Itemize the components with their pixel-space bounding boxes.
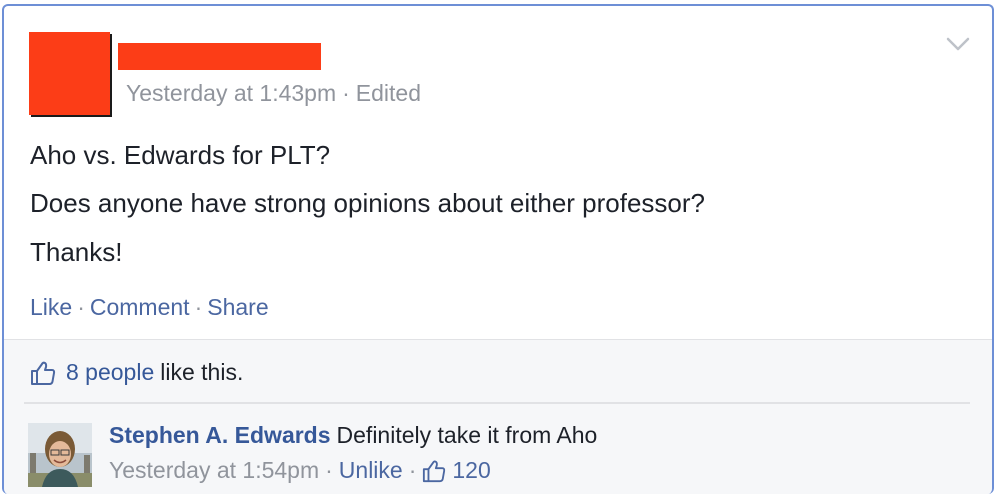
thumbs-up-icon[interactable] xyxy=(422,459,446,483)
commenter-avatar[interactable] xyxy=(28,423,92,487)
post-text-line-3: Thanks! xyxy=(30,237,123,267)
author-avatar-redacted[interactable] xyxy=(29,32,110,115)
post-text-line-1: Aho vs. Edwards for PLT? xyxy=(30,140,331,170)
meta-separator: · xyxy=(342,80,350,106)
post-actions: Like · Comment · Share xyxy=(30,294,269,321)
meta-separator: · xyxy=(325,457,333,483)
action-separator: · xyxy=(77,294,85,320)
share-link[interactable]: Share xyxy=(207,294,268,320)
feedback-section: 8 people like this. Stephen A. Edwards De… xyxy=(4,339,992,494)
chevron-down-icon[interactable] xyxy=(944,32,972,56)
thumbs-up-icon xyxy=(31,361,56,385)
author-name-redacted[interactable] xyxy=(118,43,321,70)
comment-like-count[interactable]: 120 xyxy=(452,457,490,484)
post-card: Yesterday at 1:43pm · Edited Aho vs. Edwar… xyxy=(2,4,994,494)
divider xyxy=(24,402,970,404)
comment-unlike-link[interactable]: Unlike xyxy=(339,457,403,484)
post-meta: Yesterday at 1:43pm · Edited xyxy=(126,80,421,107)
comment-author-link[interactable]: Stephen A. Edwards xyxy=(109,422,331,448)
comment-link[interactable]: Comment xyxy=(90,294,190,320)
like-link[interactable]: Like xyxy=(30,294,72,320)
likes-suffix: like this. xyxy=(160,359,244,385)
comment-timestamp[interactable]: Yesterday at 1:54pm xyxy=(109,457,319,484)
comment-content: Stephen A. Edwards Definitely take it fro… xyxy=(109,422,597,449)
action-separator: · xyxy=(194,294,203,320)
comment-meta: Yesterday at 1:54pm · Unlike · 120 xyxy=(109,457,491,484)
likes-summary: 8 people like this. xyxy=(30,359,243,386)
post-edited-label[interactable]: Edited xyxy=(356,80,421,106)
meta-separator: · xyxy=(408,457,417,483)
post-timestamp[interactable]: Yesterday at 1:43pm xyxy=(126,80,336,106)
post-text-line-2: Does anyone have strong opinions about e… xyxy=(30,188,705,218)
likes-people-link[interactable]: 8 people xyxy=(66,359,154,386)
comment-text: Definitely take it from Aho xyxy=(336,422,598,448)
